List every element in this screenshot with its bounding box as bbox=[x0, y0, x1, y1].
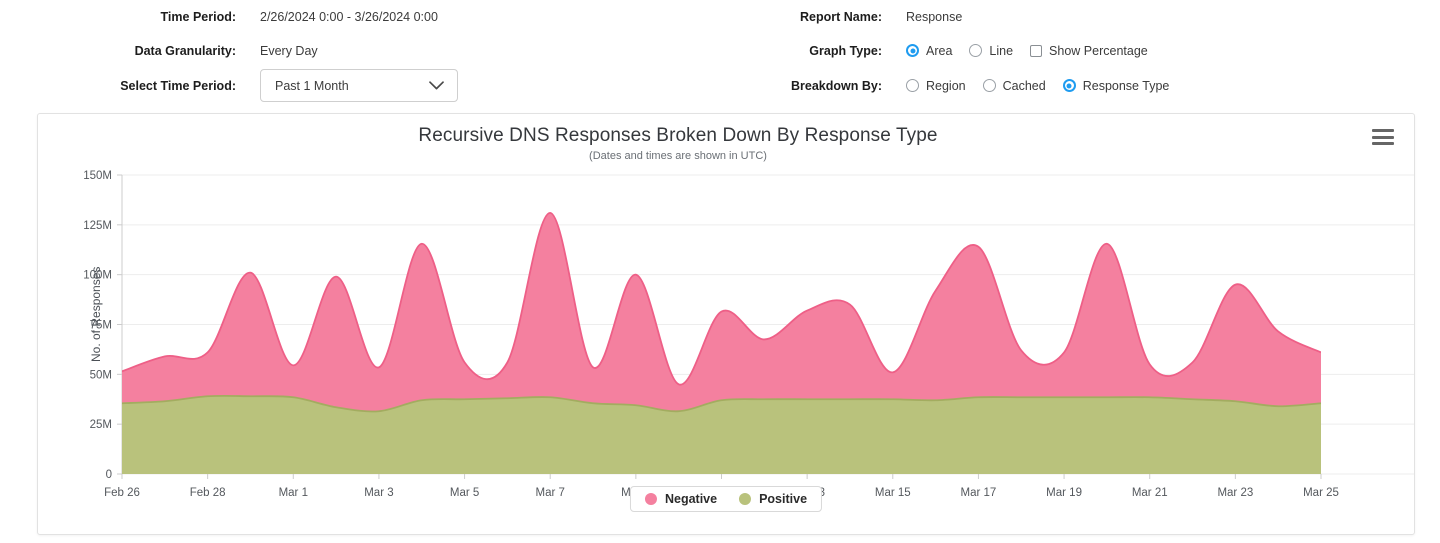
svg-text:Mar 7: Mar 7 bbox=[536, 487, 565, 499]
breakdown-option-response-type[interactable]: Response Type bbox=[1063, 79, 1170, 93]
svg-text:Mar 25: Mar 25 bbox=[1303, 487, 1339, 499]
show-percentage-label: Show Percentage bbox=[1049, 44, 1148, 58]
svg-text:Mar 15: Mar 15 bbox=[875, 487, 911, 499]
svg-text:Feb 28: Feb 28 bbox=[190, 487, 226, 499]
area-chart: 0 25M 50M 75M 100M 125M 150M Feb 26 Feb 28 Mar 1 M… bbox=[38, 166, 1415, 535]
controls-right-column: Report Name: Response Graph Type: Area L… bbox=[720, 0, 1440, 103]
select-time-period-dropdown[interactable]: Past 1 Month bbox=[260, 69, 458, 102]
breakdown-option-response-type-label: Response Type bbox=[1083, 79, 1170, 93]
chart-card: Recursive DNS Responses Broken Down By R… bbox=[37, 113, 1415, 535]
svg-text:Mar 3: Mar 3 bbox=[364, 487, 393, 499]
report-controls: Time Period: 2/26/2024 0:00 - 3/26/2024 … bbox=[0, 0, 1440, 106]
svg-text:125M: 125M bbox=[83, 220, 112, 232]
breakdown-option-region-label: Region bbox=[926, 79, 966, 93]
graph-type-option-line[interactable]: Line bbox=[969, 44, 1013, 58]
data-granularity-value: Every Day bbox=[244, 44, 318, 58]
radio-icon-area[interactable] bbox=[906, 44, 919, 57]
graph-type-option-area-label: Area bbox=[926, 44, 952, 58]
report-page: Time Period: 2/26/2024 0:00 - 3/26/2024 … bbox=[0, 0, 1440, 543]
graph-type-options: Area Line Show Percentage bbox=[890, 44, 1148, 58]
data-granularity-label: Data Granularity: bbox=[0, 44, 244, 58]
svg-text:Mar 21: Mar 21 bbox=[1132, 487, 1168, 499]
svg-text:Mar 23: Mar 23 bbox=[1217, 487, 1253, 499]
graph-type-option-area[interactable]: Area bbox=[906, 44, 952, 58]
svg-text:25M: 25M bbox=[90, 419, 112, 431]
svg-text:Feb 26: Feb 26 bbox=[104, 487, 140, 499]
legend-color-swatch-negative bbox=[645, 493, 657, 505]
legend-label-positive: Positive bbox=[759, 492, 807, 506]
select-time-period-label: Select Time Period: bbox=[0, 79, 244, 93]
select-time-period-value: Past 1 Month bbox=[275, 79, 349, 93]
legend-item-positive[interactable]: Positive bbox=[739, 492, 807, 506]
radio-icon-line[interactable] bbox=[969, 44, 982, 57]
svg-text:Mar 5: Mar 5 bbox=[450, 487, 479, 499]
svg-text:75M: 75M bbox=[90, 320, 112, 332]
controls-left-column: Time Period: 2/26/2024 0:00 - 3/26/2024 … bbox=[0, 0, 720, 103]
show-percentage-option[interactable]: Show Percentage bbox=[1030, 44, 1148, 58]
breakdown-option-cached[interactable]: Cached bbox=[983, 79, 1046, 93]
svg-text:50M: 50M bbox=[90, 369, 112, 381]
data-granularity-row: Data Granularity: Every Day bbox=[0, 33, 720, 68]
time-period-value: 2/26/2024 0:00 - 3/26/2024 0:00 bbox=[244, 10, 438, 24]
svg-text:100M: 100M bbox=[83, 270, 112, 282]
radio-icon-cached[interactable] bbox=[983, 79, 996, 92]
chart-subtitle: (Dates and times are shown in UTC) bbox=[38, 150, 1318, 162]
svg-text:Mar 1: Mar 1 bbox=[279, 487, 308, 499]
chevron-down-icon bbox=[429, 81, 444, 90]
svg-text:0: 0 bbox=[106, 469, 112, 481]
report-name-label: Report Name: bbox=[720, 10, 890, 24]
svg-text:Mar 19: Mar 19 bbox=[1046, 487, 1082, 499]
breakdown-by-options: Region Cached Response Type bbox=[890, 79, 1169, 93]
graph-type-label: Graph Type: bbox=[720, 44, 890, 58]
report-name-row: Report Name: Response bbox=[720, 0, 1440, 33]
select-time-period-row: Select Time Period: Past 1 Month bbox=[0, 68, 720, 103]
chart-title: Recursive DNS Responses Broken Down By R… bbox=[38, 125, 1318, 147]
legend-label-negative: Negative bbox=[665, 492, 717, 506]
legend-color-swatch-positive bbox=[739, 493, 751, 505]
chart-plot-area: 0 25M 50M 75M 100M 125M 150M Feb 26 Feb 28 Mar 1 M… bbox=[38, 166, 1415, 535]
breakdown-option-cached-label: Cached bbox=[1003, 79, 1046, 93]
radio-icon-region[interactable] bbox=[906, 79, 919, 92]
hamburger-menu-icon[interactable] bbox=[1372, 127, 1394, 147]
radio-icon-response-type[interactable] bbox=[1063, 79, 1076, 92]
report-name-value: Response bbox=[890, 10, 962, 24]
breakdown-by-label: Breakdown By: bbox=[720, 79, 890, 93]
checkbox-icon-show-percentage[interactable] bbox=[1030, 45, 1042, 57]
svg-text:Mar 17: Mar 17 bbox=[961, 487, 997, 499]
breakdown-option-region[interactable]: Region bbox=[906, 79, 966, 93]
chart-legend: Negative Positive bbox=[630, 486, 822, 512]
graph-type-row: Graph Type: Area Line Show Percentage bbox=[720, 33, 1440, 68]
breakdown-by-row: Breakdown By: Region Cached Response Typ… bbox=[720, 68, 1440, 103]
svg-text:150M: 150M bbox=[83, 170, 112, 182]
time-period-row: Time Period: 2/26/2024 0:00 - 3/26/2024 … bbox=[0, 0, 720, 33]
graph-type-option-line-label: Line bbox=[989, 44, 1013, 58]
time-period-label: Time Period: bbox=[0, 10, 244, 24]
legend-item-negative[interactable]: Negative bbox=[645, 492, 717, 506]
